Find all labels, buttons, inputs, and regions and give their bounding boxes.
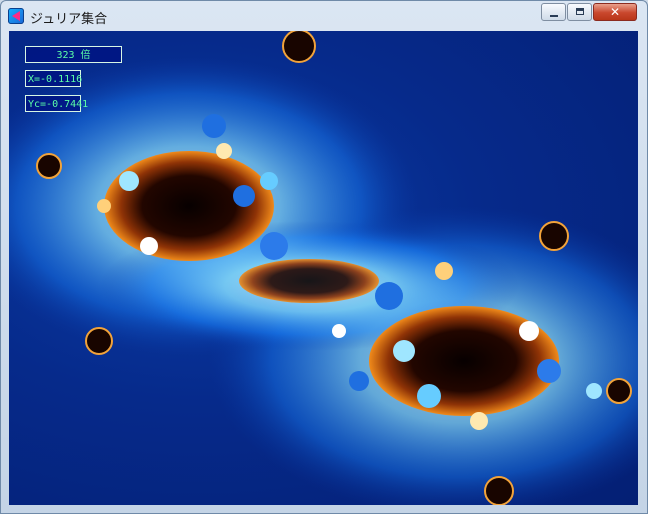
bubble xyxy=(435,262,453,280)
zoom-display: 323 倍 xyxy=(25,46,122,63)
bubble xyxy=(470,412,488,430)
maximize-button[interactable] xyxy=(567,3,592,21)
bubble xyxy=(332,324,346,338)
x-coordinate-display: X=-0.1116 xyxy=(25,70,82,87)
bubble xyxy=(586,383,602,399)
bubble xyxy=(260,172,278,190)
fractal-canvas[interactable]: 323 倍 X=-0.1116 Yc=-0.7441 xyxy=(9,31,638,505)
spiral-cluster xyxy=(36,153,62,179)
fractal-core xyxy=(239,259,379,303)
bubble xyxy=(233,185,255,207)
julia-set-render xyxy=(9,31,638,505)
close-button[interactable]: ✕ xyxy=(593,3,637,21)
bubble xyxy=(202,114,226,138)
spiral-cluster xyxy=(606,378,632,404)
maximize-icon xyxy=(576,8,584,15)
close-icon: ✕ xyxy=(609,5,621,19)
bubble xyxy=(97,199,111,213)
window-title: ジュリア集合 xyxy=(30,12,108,27)
bubble xyxy=(519,321,539,341)
app-icon[interactable] xyxy=(8,8,24,24)
bubble xyxy=(119,171,139,191)
spiral-cluster xyxy=(539,221,569,251)
bubble xyxy=(537,359,561,383)
minimize-button[interactable] xyxy=(541,3,566,21)
spiral-cluster xyxy=(282,31,316,63)
bubble xyxy=(393,340,415,362)
spiral-cluster xyxy=(85,327,113,355)
y-coordinate-display: Yc=-0.7441 xyxy=(25,95,88,112)
bubble xyxy=(417,384,441,408)
bubble xyxy=(140,237,158,255)
title-bar[interactable]: ジュリア集合 ✕ xyxy=(1,1,647,31)
spiral-cluster xyxy=(484,476,514,505)
bubble xyxy=(216,143,232,159)
bubble xyxy=(260,232,288,260)
bubble xyxy=(375,282,403,310)
minimize-icon xyxy=(550,15,558,17)
app-window: ジュリア集合 ✕ 323 倍 X=-0.1116 Yc=-0.7441 xyxy=(0,0,648,514)
bubble xyxy=(349,371,369,391)
